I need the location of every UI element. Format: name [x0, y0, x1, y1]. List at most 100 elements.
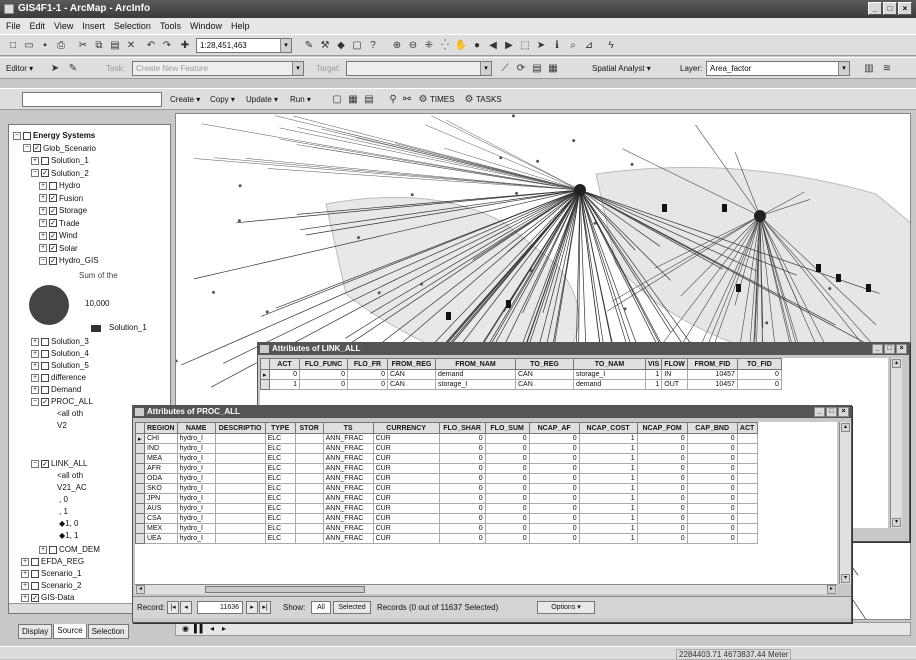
- zoom-in-icon[interactable]: ⊕: [390, 39, 404, 53]
- table-cell[interactable]: 0: [636, 463, 688, 474]
- table-cell[interactable]: hydro_I: [176, 433, 216, 444]
- table-cell[interactable]: 10457: [686, 379, 738, 390]
- layer-visibility-checkbox[interactable]: ✓: [41, 397, 49, 406]
- row-selector[interactable]: [135, 493, 145, 504]
- table-cell[interactable]: [294, 503, 324, 514]
- table-cell[interactable]: CUR: [372, 473, 440, 484]
- table-cell[interactable]: 1: [644, 369, 663, 380]
- toc-item-proc-all[interactable]: − ✓ PROC_ALL: [31, 397, 93, 406]
- column-header-vis[interactable]: VIS: [644, 358, 663, 370]
- model-icon[interactable]: ◆: [334, 39, 348, 53]
- row-selector[interactable]: [135, 503, 145, 514]
- toc-item-link-all[interactable]: − ✓ LINK_ALL: [31, 459, 87, 468]
- table-row[interactable]: ▸ CHI hydro_I ELC ANN_FRAC CUR 0 0 0 1 0 0: [135, 433, 758, 444]
- toc-item-difference[interactable]: + difference: [31, 373, 86, 382]
- expand-icon[interactable]: +: [21, 581, 29, 590]
- table-row[interactable]: 1 0 0 CAN storage_I CAN demand 1 OUT 10457 0: [260, 379, 782, 390]
- table-cell[interactable]: [214, 443, 266, 454]
- toc-item-storage[interactable]: + ✓ Storage: [39, 206, 87, 215]
- table-cell[interactable]: ELC: [264, 473, 296, 484]
- spatial-analyst-menu[interactable]: Spatial Analyst ▾: [592, 64, 651, 73]
- table-cell[interactable]: 0: [686, 513, 738, 524]
- table-cell[interactable]: 0: [484, 503, 530, 514]
- scroll-left-icon[interactable]: ◂: [210, 624, 214, 633]
- table-cell[interactable]: 0: [438, 433, 486, 444]
- column-header-ncap_af[interactable]: NCAP_AF: [528, 422, 580, 434]
- first-record-button[interactable]: |◂: [167, 601, 179, 614]
- table-cell[interactable]: 1: [578, 463, 638, 474]
- table-row[interactable]: AUS hydro_I ELC ANN_FRAC CUR 0 0 0 1 0 0: [135, 503, 758, 514]
- table-cell[interactable]: CUR: [372, 533, 440, 544]
- cut-icon[interactable]: ✂: [76, 39, 90, 53]
- column-header-stor[interactable]: STOR: [294, 422, 324, 434]
- column-header-region[interactable]: REGION: [144, 422, 178, 434]
- column-header-name[interactable]: NAME: [176, 422, 216, 434]
- layer-visibility-checkbox[interactable]: ✓: [49, 244, 57, 252]
- table-cell[interactable]: [736, 533, 758, 544]
- row-selector[interactable]: [135, 523, 145, 534]
- record-number-input[interactable]: 11636: [197, 601, 243, 614]
- row-selector[interactable]: [135, 463, 145, 474]
- table-cell[interactable]: 0: [528, 493, 580, 504]
- pin-icon[interactable]: ⚲: [386, 93, 400, 107]
- table-cell[interactable]: IND: [144, 443, 178, 454]
- window-icon[interactable]: ▢: [350, 39, 364, 53]
- histogram-icon[interactable]: ▥: [862, 62, 876, 76]
- arctoolbox-icon[interactable]: ⚒: [318, 39, 332, 53]
- table-cell[interactable]: 0: [686, 503, 738, 514]
- toc-item-fusion[interactable]: + ✓ Fusion: [39, 194, 83, 203]
- table-cell[interactable]: SKO: [144, 483, 178, 494]
- table-cell[interactable]: 0: [484, 493, 530, 504]
- table-cell[interactable]: CHI: [144, 433, 178, 444]
- link-vertical-scrollbar[interactable]: ▴ ▾: [890, 358, 902, 528]
- previous-record-button[interactable]: ◂: [180, 601, 192, 614]
- row-selector[interactable]: [135, 443, 145, 454]
- toc-item-solution-5[interactable]: + Solution_5: [31, 361, 89, 370]
- expand-icon[interactable]: +: [39, 244, 47, 252]
- table-cell[interactable]: storage_I: [435, 379, 516, 390]
- table-cell[interactable]: [294, 443, 324, 454]
- toc-item-demand[interactable]: + Demand: [31, 385, 81, 394]
- table-cell[interactable]: 0: [528, 513, 580, 524]
- row-selector[interactable]: [135, 483, 145, 494]
- scroll-right-icon[interactable]: ▸: [222, 624, 226, 633]
- table-cell[interactable]: [214, 483, 266, 494]
- table-cell[interactable]: 0: [686, 463, 738, 474]
- expand-icon[interactable]: +: [21, 569, 29, 578]
- table-cell[interactable]: hydro_I: [176, 533, 216, 544]
- minimize-button[interactable]: _: [868, 2, 882, 15]
- column-header-to_reg[interactable]: TO_REG: [515, 358, 574, 370]
- menu-insert[interactable]: Insert: [82, 21, 105, 34]
- table-cell[interactable]: AFR: [144, 463, 178, 474]
- layer-visibility-checkbox[interactable]: [41, 361, 49, 370]
- row-selector[interactable]: ▸: [260, 369, 270, 380]
- open-icon[interactable]: ▭: [22, 39, 36, 53]
- table-cell[interactable]: ANN_FRAC: [322, 523, 374, 534]
- collapse-icon[interactable]: −: [23, 144, 31, 152]
- table-cell[interactable]: [214, 433, 266, 444]
- table-cell[interactable]: 0: [438, 503, 486, 514]
- expand-icon[interactable]: +: [39, 231, 47, 240]
- table-cell[interactable]: MEX: [144, 523, 178, 534]
- table-cell[interactable]: 0: [438, 443, 486, 454]
- maximize-button[interactable]: □: [826, 407, 837, 417]
- table-cell[interactable]: [294, 493, 324, 504]
- sketch-tool-icon[interactable]: ✎: [66, 62, 80, 76]
- measure-icon[interactable]: ⊿: [582, 39, 596, 53]
- layer-visibility-checkbox[interactable]: ✓: [31, 593, 39, 602]
- table-cell[interactable]: CUR: [372, 463, 440, 474]
- column-header-to_nam[interactable]: TO_NAM: [573, 358, 646, 370]
- new-icon[interactable]: □: [6, 39, 20, 53]
- table-cell[interactable]: 0: [528, 523, 580, 534]
- table-row[interactable]: CSA hydro_I ELC ANN_FRAC CUR 0 0 0 1 0 0: [135, 513, 758, 524]
- column-header-flo_shar[interactable]: FLO_SHAR: [438, 422, 486, 434]
- sketch-properties-icon[interactable]: ▦: [546, 62, 560, 76]
- fixed-zoom-out-icon[interactable]: ⁛: [438, 39, 452, 53]
- table-cell[interactable]: 0: [299, 379, 348, 390]
- row-selector[interactable]: [260, 379, 270, 390]
- table-cell[interactable]: demand: [573, 379, 646, 390]
- table-cell[interactable]: 0: [484, 523, 530, 534]
- identify-icon[interactable]: ℹ: [550, 39, 564, 53]
- table-cell[interactable]: 1: [578, 453, 638, 464]
- table-row[interactable]: MEX hydro_I ELC ANN_FRAC CUR 0 0 0 1 0 0: [135, 523, 758, 534]
